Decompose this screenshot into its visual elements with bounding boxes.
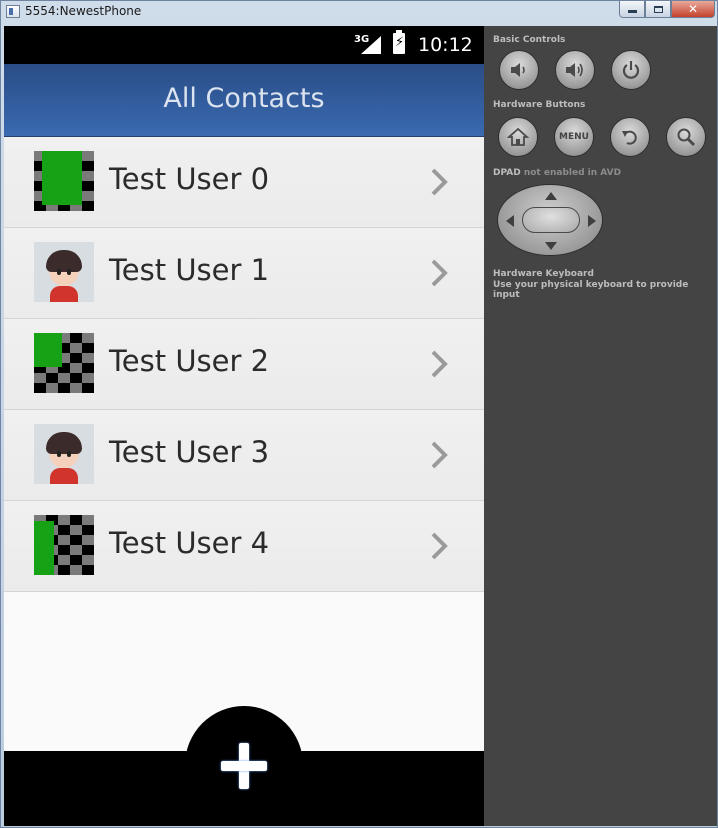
keyboard-hint: Use your physical keyboard to provide in… (493, 280, 689, 300)
dpad-center-button[interactable] (522, 207, 580, 233)
contact-row[interactable]: Test User 3 (4, 410, 484, 501)
search-icon (677, 128, 696, 147)
search-button[interactable] (666, 117, 706, 157)
dpad-left-arrow-icon[interactable] (506, 215, 514, 227)
signal-icon (361, 36, 381, 54)
chevron-right-icon (431, 441, 448, 469)
avatar (34, 151, 94, 211)
contact-row[interactable]: Test User 4 (4, 501, 484, 592)
dpad-label: DPAD not enabled in AVD (493, 168, 622, 178)
home-icon (507, 127, 529, 146)
chevron-right-icon (431, 259, 448, 287)
dpad-up-arrow-icon[interactable] (545, 192, 557, 200)
power-button[interactable] (611, 50, 651, 90)
dpad-down-arrow-icon[interactable] (545, 242, 557, 250)
dpad[interactable] (497, 184, 603, 256)
window-controls: ✕ (619, 1, 715, 18)
volume-up-icon (566, 63, 583, 77)
add-contact-button[interactable] (185, 706, 303, 824)
hardware-buttons-label: Hardware Buttons (493, 100, 586, 110)
minimize-icon (627, 10, 637, 13)
volume-down-button[interactable] (499, 50, 539, 90)
emulator-control-panel: Basic Controls Hardware Buttons MENU DPA… (484, 26, 717, 826)
power-icon (622, 61, 640, 79)
dpad-right-arrow-icon[interactable] (588, 215, 596, 227)
action-bar: All Contacts (4, 64, 484, 137)
avatar (34, 242, 94, 302)
close-icon: ✕ (687, 2, 699, 16)
contact-row[interactable]: Test User 1 (4, 228, 484, 319)
emulator-window: 5554:NewestPhone ✕ 3G ⚡ 10:12 All Contac… (0, 0, 718, 828)
contacts-list: Test User 0 Test User 1 Test User 2 Test… (4, 137, 484, 592)
close-button[interactable]: ✕ (671, 1, 715, 18)
contact-name: Test User 4 (109, 526, 270, 560)
avatar (34, 424, 94, 484)
chevron-right-icon (431, 532, 448, 560)
menu-button[interactable]: MENU (554, 117, 594, 157)
maximize-icon (653, 5, 663, 13)
phone-screen: 3G ⚡ 10:12 All Contacts Test User 0 Test… (4, 26, 484, 826)
contact-row[interactable]: Test User 2 (4, 319, 484, 410)
back-icon (622, 130, 637, 145)
chevron-right-icon (431, 168, 448, 196)
battery-charging-icon: ⚡ (393, 30, 405, 54)
back-button[interactable] (610, 117, 650, 157)
clock: 10:12 (418, 34, 473, 56)
contact-row[interactable]: Test User 0 (4, 137, 484, 228)
minimize-button[interactable] (619, 1, 645, 18)
maximize-button[interactable] (645, 1, 671, 18)
app-icon (6, 5, 20, 18)
basic-controls-label: Basic Controls (493, 35, 566, 45)
volume-down-icon (511, 63, 525, 77)
contact-name: Test User 1 (109, 253, 270, 287)
volume-up-button[interactable] (555, 50, 595, 90)
contact-name: Test User 0 (109, 162, 270, 196)
avatar (34, 333, 94, 393)
home-button[interactable] (498, 117, 538, 157)
page-title: All Contacts (163, 83, 325, 114)
status-bar: 3G ⚡ 10:12 (4, 26, 484, 64)
window-title: 5554:NewestPhone (25, 4, 142, 18)
contact-name: Test User 2 (109, 344, 270, 378)
contact-name: Test User 3 (109, 435, 270, 469)
keyboard-label: Hardware Keyboard (493, 269, 594, 279)
title-bar: 5554:NewestPhone ✕ (1, 1, 717, 23)
avatar (34, 515, 94, 575)
chevron-right-icon (431, 350, 448, 378)
